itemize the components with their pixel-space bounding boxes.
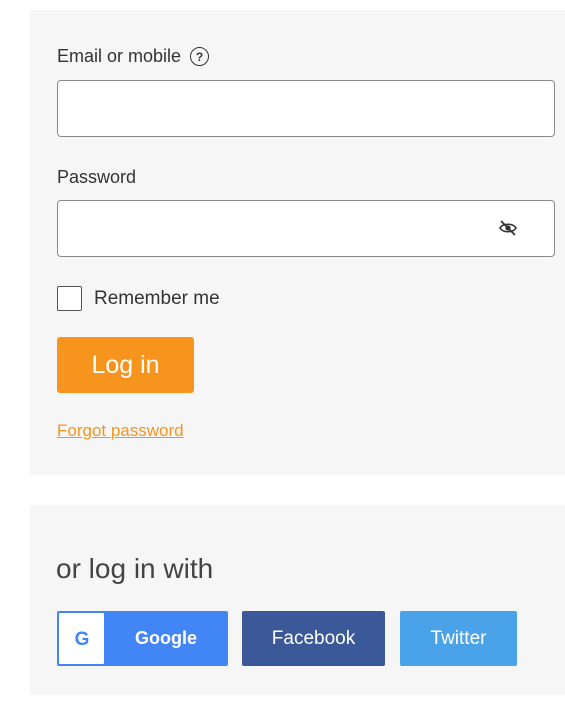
facebook-login-button[interactable]: Facebook bbox=[242, 611, 385, 666]
email-label: Email or mobile bbox=[57, 46, 182, 66]
google-logo-icon: G bbox=[59, 613, 104, 664]
page: Email or mobile ? Password Remember me L… bbox=[0, 0, 565, 705]
login-form: Email or mobile ? Password Remember me L… bbox=[30, 10, 565, 475]
google-login-button[interactable]: G Google bbox=[57, 611, 228, 666]
login-button[interactable]: Log in bbox=[57, 337, 194, 393]
remember-me-label: Remember me bbox=[94, 287, 220, 309]
google-button-label: Google bbox=[135, 628, 197, 648]
google-logo-graphic: G bbox=[74, 629, 89, 650]
password-input[interactable] bbox=[57, 200, 555, 257]
remember-me-checkbox[interactable] bbox=[57, 286, 82, 311]
password-label: Password bbox=[57, 167, 137, 187]
remember-me-checkbox-row[interactable]: Remember me bbox=[57, 286, 220, 311]
help-circle-icon[interactable]: ? bbox=[190, 47, 210, 66]
email-label-row: Email or mobile ? bbox=[57, 46, 210, 67]
eye-slash-icon[interactable] bbox=[496, 217, 520, 239]
social-login-heading: or log in with bbox=[56, 553, 214, 584]
email-input[interactable] bbox=[57, 80, 555, 137]
social-login-panel: or log in with G Google Facebook Twitter bbox=[30, 505, 565, 695]
twitter-login-button[interactable]: Twitter bbox=[400, 611, 517, 666]
eye-slash-icon-graphic bbox=[499, 220, 517, 236]
password-label-row: Password bbox=[57, 167, 136, 188]
forgot-password-link[interactable]: Forgot password bbox=[57, 421, 184, 441]
